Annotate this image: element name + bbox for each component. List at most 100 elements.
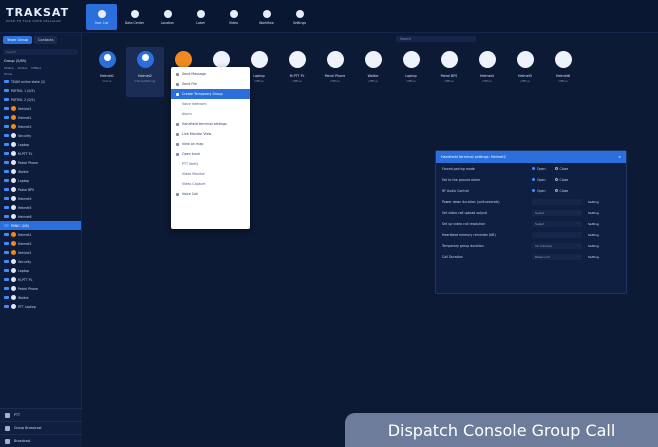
radio-button[interactable] <box>554 167 558 170</box>
checkbox[interactable] <box>4 152 9 155</box>
checkbox[interactable] <box>4 296 9 299</box>
radio-option[interactable]: Open <box>532 167 546 171</box>
radio-button[interactable] <box>554 189 558 192</box>
setting-button[interactable]: Setting <box>588 255 599 259</box>
nav-item[interactable]: Data Center <box>119 4 150 30</box>
tree-row[interactable]: Security <box>0 131 81 140</box>
tree-row[interactable]: Security <box>0 257 81 266</box>
tree-row[interactable]: Helmet2 <box>0 122 81 131</box>
checkbox[interactable] <box>4 134 9 137</box>
expand-icon[interactable] <box>4 80 9 83</box>
setting-button[interactable]: Setting <box>588 211 599 215</box>
checkbox[interactable] <box>4 188 9 191</box>
context-menu-item[interactable]: PTT Verify <box>171 159 250 169</box>
tree-row[interactable]: Helmet4 <box>0 194 81 203</box>
tree-row[interactable]: Walkie <box>0 167 81 176</box>
tree-row[interactable]: Vehicle2 <box>0 104 81 113</box>
tree-row[interactable]: Patrol Phone <box>0 284 81 293</box>
user-card[interactable]: Helmet4 Offline <box>468 47 506 97</box>
checkbox[interactable] <box>4 107 9 110</box>
radio-option[interactable]: Close <box>554 178 568 182</box>
filter-option[interactable]: Offline <box>31 66 41 70</box>
context-menu-item[interactable]: Video Capture <box>171 179 250 189</box>
setting-button[interactable]: Setting <box>588 200 599 204</box>
checkbox[interactable] <box>4 242 9 245</box>
checkbox[interactable] <box>4 278 9 281</box>
checkbox[interactable] <box>4 251 9 254</box>
checkbox[interactable] <box>4 179 9 182</box>
checkbox[interactable] <box>4 116 9 119</box>
user-card[interactable]: Helmet5 Offline <box>506 47 544 97</box>
setting-field[interactable] <box>532 198 582 205</box>
radio-button[interactable] <box>554 178 558 181</box>
nav-item[interactable]: Workflow <box>251 4 282 30</box>
tree-row[interactable]: Helmet6 <box>0 212 81 221</box>
radio-option[interactable]: Open <box>532 189 546 193</box>
expand-icon[interactable] <box>4 224 9 227</box>
checkbox[interactable] <box>4 260 9 263</box>
bottom-action[interactable]: Broadcast <box>0 434 82 447</box>
filter-option[interactable]: Online <box>18 66 28 70</box>
tree-row[interactable]: Helmet1 <box>0 113 81 122</box>
user-card[interactable]: Helmet1 Online <box>88 47 126 97</box>
tree-row[interactable]: Laptop <box>0 140 81 149</box>
checkbox[interactable] <box>4 233 9 236</box>
checkbox[interactable] <box>4 125 9 128</box>
user-card[interactable]: Patrol Phone Offline <box>316 47 354 97</box>
context-menu-item[interactable]: Live Monitor View <box>171 129 250 139</box>
context-menu-item[interactable]: Alarm <box>171 109 250 119</box>
user-card[interactable]: M-PTT PL Offline <box>278 47 316 97</box>
context-menu-item[interactable]: Send Message <box>171 69 250 79</box>
tree-row[interactable]: Helmet5 <box>0 203 81 212</box>
setting-field[interactable]: 60second ˅ <box>532 253 582 260</box>
left-tab[interactable]: Team Group <box>3 36 33 44</box>
context-menu-item[interactable]: Handheld terminal settings <box>171 119 250 129</box>
checkbox[interactable] <box>4 305 9 308</box>
user-card[interactable]: Helmet2 Online(Talking) <box>126 47 164 97</box>
tree-row[interactable]: PATROL 1 (0/5) <box>0 86 81 95</box>
checkbox[interactable] <box>4 269 9 272</box>
tree-row[interactable]: M-PTT PL <box>0 275 81 284</box>
nav-item[interactable]: Location <box>152 4 183 30</box>
setting-button[interactable]: Setting <box>588 222 599 226</box>
context-menu-item[interactable]: Voice Call <box>171 189 250 199</box>
context-menu-item[interactable]: Voice Intercom <box>171 99 250 109</box>
radio-option[interactable]: Close <box>554 189 568 193</box>
checkbox[interactable] <box>4 215 9 218</box>
tree-row[interactable]: PATROL 2 (0/5) <box>0 95 81 104</box>
checkbox[interactable] <box>4 287 9 290</box>
setting-field[interactable]: Select ˅ <box>532 209 582 216</box>
setting-button[interactable]: Setting <box>588 233 599 237</box>
close-icon[interactable]: × <box>618 155 621 159</box>
tree-row[interactable]: PANIC (0/5) <box>0 221 81 230</box>
tree-row[interactable]: Helmet1 <box>0 230 81 239</box>
expand-icon[interactable] <box>4 98 9 101</box>
radio-button[interactable] <box>532 178 535 181</box>
radio-option[interactable]: Close <box>554 167 568 171</box>
radio-button[interactable] <box>532 167 535 170</box>
context-menu-item[interactable]: Send File <box>171 79 250 89</box>
setting-button[interactable]: Setting <box>588 244 599 248</box>
expand-icon[interactable] <box>4 89 9 92</box>
tree-row[interactable]: M-PTT PL <box>0 149 81 158</box>
nav-item[interactable]: Video <box>218 4 249 30</box>
checkbox[interactable] <box>4 161 9 164</box>
bottom-action[interactable]: PTT <box>0 408 82 421</box>
user-card[interactable]: Laptop Offline <box>392 47 430 97</box>
radio-button[interactable] <box>532 189 535 192</box>
main-search-input[interactable]: Search <box>396 36 476 42</box>
tree-row[interactable]: Patrol Phone <box>0 158 81 167</box>
nav-item[interactable]: Settings <box>284 4 315 30</box>
bottom-action[interactable]: Group Broadcast <box>0 421 82 434</box>
checkbox[interactable] <box>4 170 9 173</box>
context-menu-item[interactable]: Video Monitor <box>171 169 250 179</box>
tree-row[interactable]: Walkie <box>0 293 81 302</box>
setting-field[interactable] <box>532 231 582 238</box>
filter-option[interactable]: Status <box>4 66 14 70</box>
context-menu-item[interactable]: Create Temporary Group <box>171 89 250 99</box>
setting-field[interactable]: Select ˅ <box>532 220 582 227</box>
setting-field[interactable]: 10 minutes ˅ <box>532 242 582 249</box>
user-card[interactable]: Helmet6 Offline <box>544 47 582 97</box>
radio-option[interactable]: Open <box>532 178 546 182</box>
user-card[interactable]: Patrol BPS Offline <box>430 47 468 97</box>
